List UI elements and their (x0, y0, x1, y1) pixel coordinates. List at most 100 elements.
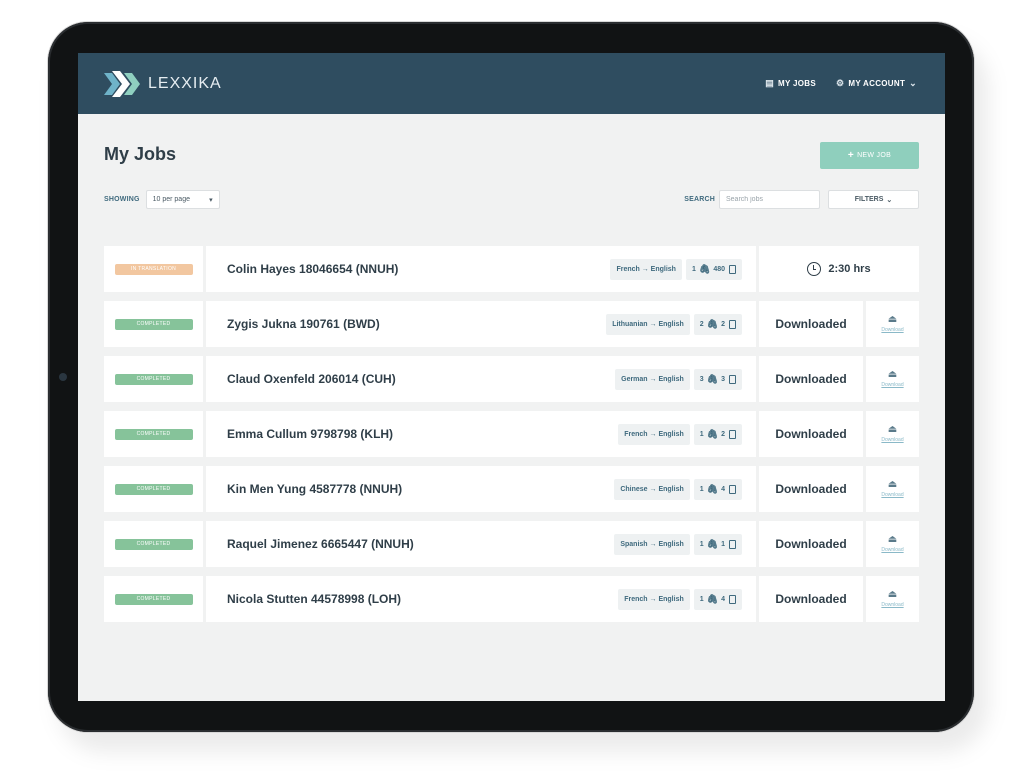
job-details-cell: Emma Cullum 9798798 (KLH) French → Engli… (206, 411, 756, 457)
new-job-button[interactable]: + NEW JOB (820, 142, 919, 169)
nav-my-jobs[interactable]: ▤ MY JOBS (765, 78, 816, 89)
language-pair: German → English (615, 368, 690, 390)
download-link[interactable]: Download (881, 547, 903, 553)
job-details-cell: Claud Oxenfeld 206014 (CUH) German → Eng… (206, 356, 756, 402)
paperclip-icon: 🖇 (706, 538, 719, 549)
document-icon (729, 484, 736, 494)
document-icon (729, 539, 736, 549)
download-link[interactable]: Download (881, 602, 903, 608)
status-badge: IN TRANSLATION (114, 263, 193, 275)
download-link[interactable]: Download (881, 492, 903, 498)
paperclip-icon: 🖇 (706, 483, 719, 494)
paperclip-icon: 🖇 (706, 593, 719, 604)
page-count: 3 (721, 375, 725, 383)
file-info: 2 🖇 2 (693, 313, 742, 335)
page-count: 2 (721, 320, 725, 328)
job-name[interactable]: Colin Hayes 18046654 (NNUH) (227, 262, 398, 276)
download-cell[interactable]: ⏏ Download (866, 301, 919, 347)
downloaded-status: Downloaded (775, 317, 847, 331)
document-icon (729, 264, 736, 274)
status-cell: COMPLETED (104, 576, 203, 622)
result-cell: Downloaded (759, 356, 863, 402)
job-row[interactable]: COMPLETED Emma Cullum 9798798 (KLH) Fren… (104, 411, 919, 457)
nav-my-jobs-label: MY JOBS (778, 79, 816, 88)
download-cell[interactable]: ⏏ Download (866, 356, 919, 402)
search-input[interactable] (719, 190, 820, 209)
job-details-cell: Kin Men Yung 4587778 (NNUH) Chinese → En… (206, 466, 756, 512)
file-info: 1 🖇 1 (693, 533, 742, 555)
document-icon (729, 319, 736, 329)
main-nav: ▤ MY JOBS ⚙ MY ACCOUNT ⌄ (765, 78, 917, 89)
job-name[interactable]: Nicola Stutten 44578998 (LOH) (227, 592, 401, 606)
job-row[interactable]: COMPLETED Raquel Jimenez 6665447 (NNUH) … (104, 521, 919, 567)
job-name[interactable]: Emma Cullum 9798798 (KLH) (227, 427, 393, 441)
document-icon (729, 594, 736, 604)
job-row[interactable]: COMPLETED Zygis Jukna 190761 (BWD) Lithu… (104, 301, 919, 347)
download-cell[interactable]: ⏏ Download (866, 466, 919, 512)
brand-name: LEXXIKA (148, 74, 222, 92)
job-meta: French → English 1 🖇 2 (618, 423, 742, 445)
status-badge: COMPLETED (114, 538, 193, 550)
download-link[interactable]: Download (881, 437, 903, 443)
job-row[interactable]: COMPLETED Kin Men Yung 4587778 (NNUH) Ch… (104, 466, 919, 512)
download-cell[interactable]: ⏏ Download (866, 521, 919, 567)
document-icon (729, 374, 736, 384)
job-name[interactable]: Kin Men Yung 4587778 (NNUH) (227, 482, 402, 496)
job-meta: French → English 1 🖇 480 (610, 258, 742, 280)
attachment-count: 1 (699, 430, 704, 438)
nav-my-account-label: MY ACCOUNT (848, 79, 906, 88)
title-row: My Jobs + NEW JOB (104, 142, 919, 169)
downloaded-status: Downloaded (775, 427, 847, 441)
download-icon[interactable]: ⏏ (888, 425, 897, 435)
job-row[interactable]: IN TRANSLATION Colin Hayes 18046654 (NNU… (104, 246, 919, 292)
language-pair: French → English (618, 588, 690, 610)
job-name[interactable]: Raquel Jimenez 6665447 (NNUH) (227, 537, 414, 551)
nav-my-account[interactable]: ⚙ MY ACCOUNT ⌄ (836, 78, 917, 89)
page-count: 1 (721, 540, 725, 548)
job-meta: Lithuanian → English 2 🖇 2 (606, 313, 742, 335)
download-cell[interactable]: ⏏ Download (866, 411, 919, 457)
job-row[interactable]: COMPLETED Claud Oxenfeld 206014 (CUH) Ge… (104, 356, 919, 402)
status-cell: COMPLETED (104, 301, 203, 347)
camera-icon (59, 373, 67, 381)
download-link[interactable]: Download (881, 382, 903, 388)
file-info: 3 🖇 3 (693, 368, 742, 390)
result-cell: Downloaded (759, 301, 863, 347)
status-badge: COMPLETED (114, 483, 193, 495)
download-icon[interactable]: ⏏ (888, 535, 897, 545)
job-details-cell: Colin Hayes 18046654 (NNUH) French → Eng… (206, 246, 756, 292)
job-row[interactable]: COMPLETED Nicola Stutten 44578998 (LOH) … (104, 576, 919, 622)
language-pair: Spanish → English (614, 533, 690, 555)
status-cell: COMPLETED (104, 411, 203, 457)
document-icon (729, 429, 736, 439)
download-icon[interactable]: ⏏ (888, 590, 897, 600)
download-link[interactable]: Download (881, 327, 903, 333)
download-cell[interactable]: ⏏ Download (866, 576, 919, 622)
jobs-list: IN TRANSLATION Colin Hayes 18046654 (NNU… (104, 246, 919, 622)
job-details-cell: Nicola Stutten 44578998 (LOH) French → E… (206, 576, 756, 622)
download-icon[interactable]: ⏏ (888, 370, 897, 380)
list-icon: ▤ (765, 78, 775, 88)
job-details-cell: Raquel Jimenez 6665447 (NNUH) Spanish → … (206, 521, 756, 567)
main-content: My Jobs + NEW JOB SHOWING 10 per page ▾ … (78, 114, 945, 622)
lexxika-logo-icon (104, 70, 140, 97)
status-badge: COMPLETED (114, 373, 193, 385)
attachment-count: 2 (699, 320, 704, 328)
download-icon[interactable]: ⏏ (888, 315, 897, 325)
result-cell: Downloaded (759, 466, 863, 512)
filters-button[interactable]: FILTERS ⌄ (828, 190, 919, 209)
plus-icon: + (847, 150, 855, 161)
downloaded-status: Downloaded (775, 482, 847, 496)
result-cell: Downloaded (759, 576, 863, 622)
job-name[interactable]: Claud Oxenfeld 206014 (CUH) (227, 372, 396, 386)
download-icon[interactable]: ⏏ (888, 480, 897, 490)
filters-label: FILTERS (854, 196, 884, 203)
page-count: 4 (721, 595, 725, 603)
job-meta: German → English 3 🖇 3 (615, 368, 742, 390)
brand-logo[interactable]: LEXXIKA (102, 69, 222, 99)
paperclip-icon: 🖇 (706, 318, 719, 329)
job-name[interactable]: Zygis Jukna 190761 (BWD) (227, 317, 380, 331)
per-page-select[interactable]: 10 per page ▾ (145, 190, 220, 209)
status-cell: COMPLETED (104, 521, 203, 567)
language-pair: French → English (610, 258, 682, 280)
